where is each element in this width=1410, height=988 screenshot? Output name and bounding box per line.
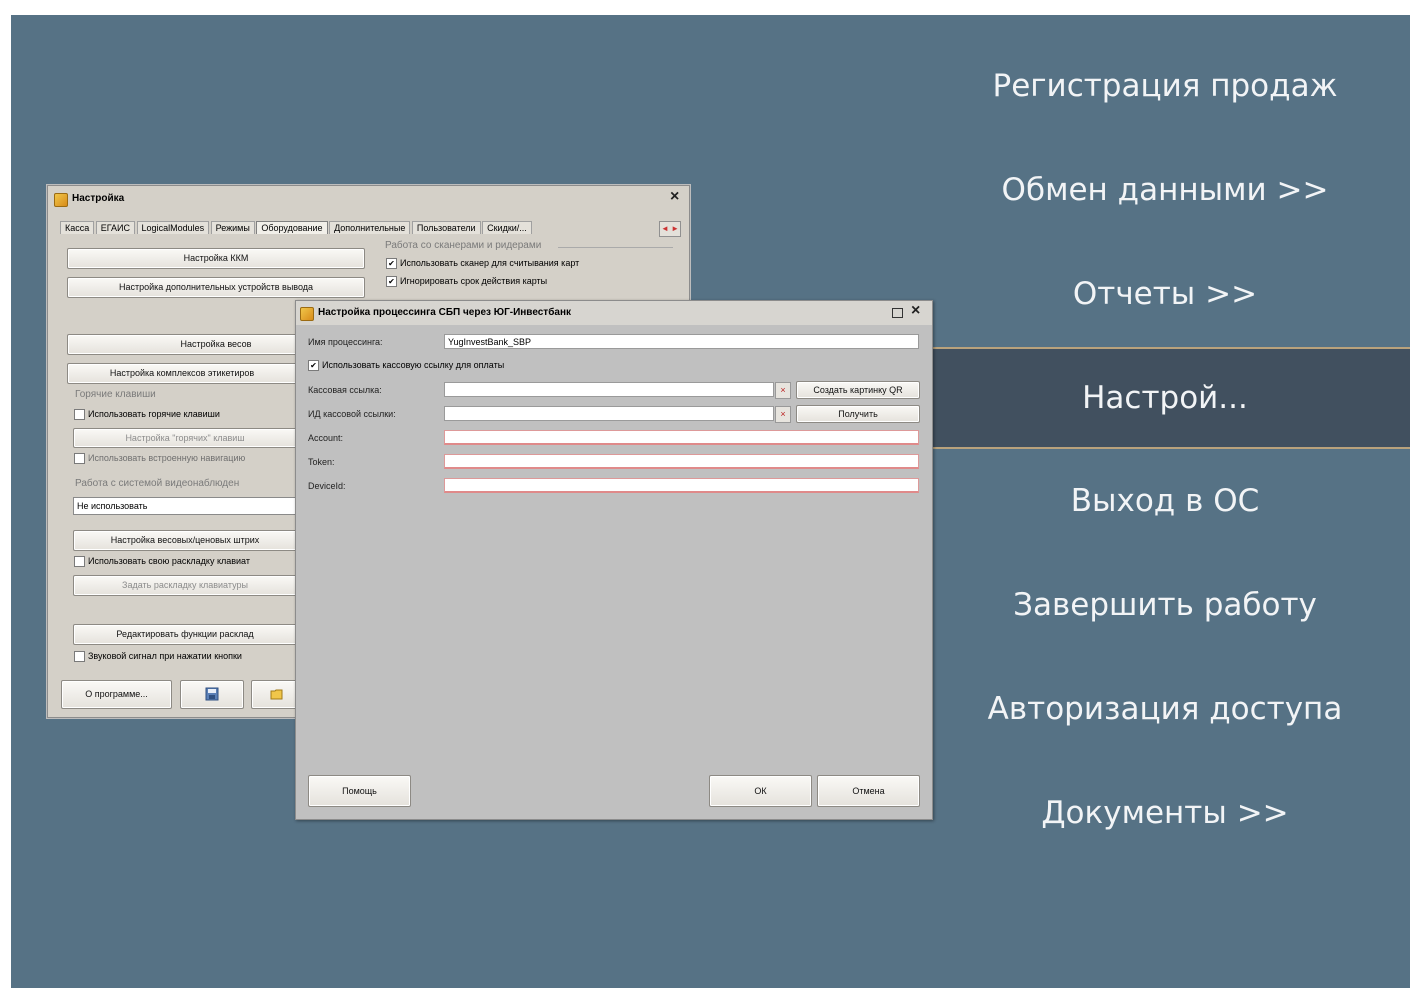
save-icon (205, 687, 219, 701)
token-input[interactable] (444, 454, 919, 469)
settings-titlebar: Настройка × (48, 186, 689, 210)
menu-shutdown[interactable]: Завершить работу (920, 585, 1410, 625)
checkbox-box: ✔ (308, 360, 319, 372)
maximize-icon[interactable] (892, 308, 903, 318)
tab-users[interactable]: Пользователи (411, 221, 481, 234)
device-id-label: DeviceId: (308, 481, 346, 491)
ignore-expiry-checkbox[interactable]: ✔ Игнорировать срок действия карты (386, 276, 548, 288)
dialog-close-icon[interactable]: × (911, 302, 920, 320)
cash-link-id-clear-button[interactable]: × (775, 406, 791, 423)
get-button[interactable]: Получить (796, 405, 920, 423)
video-group-label: Работа с системой видеонаблюден (75, 478, 240, 489)
scanners-group-line (558, 247, 673, 248)
tab-equipment[interactable]: Оборудование (256, 221, 328, 234)
menu-settings[interactable]: Настрой... (920, 347, 1410, 449)
builtin-nav-label: Использовать встроенную навигацию (88, 453, 246, 463)
cash-link-clear-button[interactable]: × (775, 382, 791, 399)
checkbox-box: ✔ (386, 276, 397, 288)
help-button[interactable]: Помощь (308, 775, 411, 807)
sound-checkbox[interactable]: Звуковой сигнал при нажатии кнопки (74, 651, 242, 663)
menu-data-exchange[interactable]: Обмен данными >> (920, 170, 1410, 210)
ok-button[interactable]: ОК (709, 775, 812, 807)
use-hotkeys-label: Использовать горячие клавиши (88, 409, 220, 419)
menu-reports[interactable]: Отчеты >> (920, 274, 1410, 314)
use-scanner-checkbox[interactable]: ✔ Использовать сканер для считывания карт (386, 258, 580, 270)
about-button[interactable]: О программе... (61, 680, 172, 709)
cash-link-label: Кассовая ссылка: (308, 385, 382, 395)
use-scanner-label: Использовать сканер для считывания карт (400, 258, 580, 268)
use-hotkeys-checkbox[interactable]: Использовать горячие клавиши (74, 409, 220, 421)
dialog-titlebar: Настройка процессинга СБП через ЮГ-Инвес… (296, 301, 932, 325)
barcodes-settings-button[interactable]: Настройка весовых/ценовых штрих (73, 530, 297, 551)
tab-additional[interactable]: Дополнительные (329, 221, 411, 234)
tab-logical-modules[interactable]: LogicalModules (136, 221, 210, 234)
dialog-title: Настройка процессинга СБП через ЮГ-Инвес… (318, 307, 571, 318)
cash-link-input[interactable] (444, 382, 774, 397)
settings-tabs: Касса ЕГАИС LogicalModules Режимы Оборуд… (60, 221, 532, 237)
hotkeys-group-label: Горячие клавиши (75, 389, 156, 400)
output-devices-button[interactable]: Настройка дополнительных устройств вывод… (67, 277, 365, 298)
scanners-group-label: Работа со сканерами и ридерами (385, 240, 542, 251)
menu-authorization[interactable]: Авторизация доступа (920, 689, 1410, 729)
labeling-settings-button[interactable]: Настройка комплексов этикетиров (67, 363, 297, 384)
sbp-processing-dialog: Настройка процессинга СБП через ЮГ-Инвес… (295, 300, 933, 820)
account-input[interactable] (444, 430, 919, 445)
processing-name-input[interactable]: YugInvestBank_SBP (444, 334, 919, 349)
cash-link-id-label: ИД кассовой ссылки: (308, 409, 396, 419)
checkbox-box (74, 556, 85, 568)
tab-scroll-arrows[interactable]: ◄ ► (659, 221, 681, 237)
checkbox-box (74, 453, 85, 465)
checkbox-box (74, 651, 85, 663)
checkbox-box: ✔ (386, 258, 397, 270)
app-icon (54, 193, 68, 207)
use-cash-link-checkbox[interactable]: ✔ Использовать кассовую ссылку для оплаты (308, 360, 505, 372)
menu-sales-registration[interactable]: Регистрация продаж (920, 66, 1410, 106)
settings-title: Настройка (72, 193, 125, 204)
keyboard-layout-button[interactable]: Задать раскладку клавиатуры (73, 575, 297, 596)
processing-name-label: Имя процессинга: (308, 337, 383, 347)
tab-kassa[interactable]: Касса (60, 221, 95, 234)
menu-exit-os[interactable]: Выход в ОС (920, 481, 1410, 521)
cancel-button[interactable]: Отмена (817, 775, 920, 807)
hotkeys-settings-button[interactable]: Настройка "горячих" клавиш (73, 428, 297, 448)
use-cash-link-label: Использовать кассовую ссылку для оплаты (322, 360, 505, 370)
own-layout-checkbox[interactable]: Использовать свою раскладку клавиат (74, 556, 250, 568)
ignore-expiry-label: Игнорировать срок действия карты (400, 276, 548, 286)
app-icon (300, 307, 314, 321)
tab-egais[interactable]: ЕГАИС (95, 221, 136, 234)
tab-discounts[interactable]: Скидки/... (482, 221, 532, 234)
video-select[interactable]: Не использовать (73, 497, 300, 515)
kkm-settings-button[interactable]: Настройка ККМ (67, 248, 365, 269)
checkbox-box (74, 409, 85, 421)
create-qr-button[interactable]: Создать картинку QR (796, 381, 920, 399)
cash-link-id-input[interactable] (444, 406, 774, 421)
close-icon[interactable]: × (670, 188, 679, 206)
own-layout-label: Использовать свою раскладку клавиат (88, 556, 250, 566)
edit-functions-button[interactable]: Редактировать функции расклад (73, 624, 297, 645)
sound-label: Звуковой сигнал при нажатии кнопки (88, 651, 242, 661)
tab-modes[interactable]: Режимы (210, 221, 255, 234)
menu-documents[interactable]: Документы >> (920, 793, 1410, 833)
builtin-nav-checkbox[interactable]: Использовать встроенную навигацию (74, 453, 246, 465)
device-id-input[interactable] (444, 478, 919, 493)
folder-icon (270, 689, 283, 700)
token-label: Token: (308, 457, 335, 467)
save-button[interactable] (180, 680, 244, 709)
account-label: Account: (308, 433, 344, 443)
